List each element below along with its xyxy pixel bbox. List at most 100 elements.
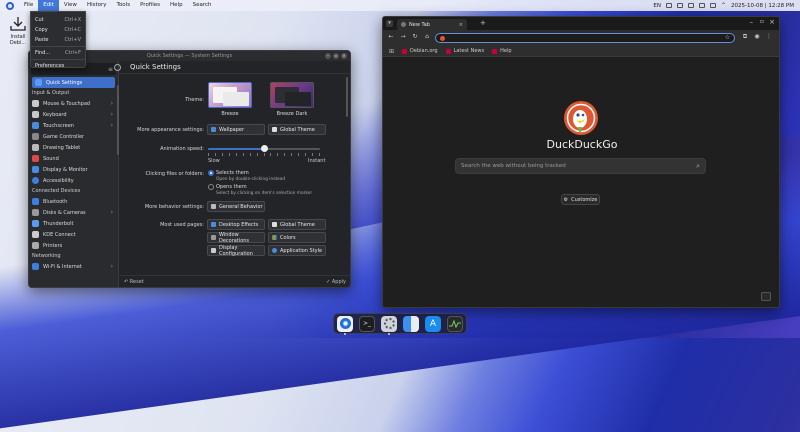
new-tab-icon[interactable]: + xyxy=(480,19,486,27)
apps-grid-icon[interactable]: ⊞ xyxy=(389,48,394,55)
opens-them-radio[interactable] xyxy=(208,184,214,190)
tab-new-tab[interactable]: New Tab × xyxy=(397,19,467,30)
theme-breeze-preview[interactable] xyxy=(208,82,252,108)
reload-icon[interactable]: ↻ xyxy=(411,33,419,41)
sidebar-item-accessibility[interactable]: Accessibility xyxy=(29,175,118,186)
bookmark-help[interactable]: Help xyxy=(492,48,512,54)
window-decorations-button[interactable]: Window Decorations xyxy=(207,232,265,244)
tray-expand-icon[interactable]: ⌃ xyxy=(721,2,726,9)
disk-icon xyxy=(32,209,39,216)
menu-item-preferences[interactable]: Preferences xyxy=(31,61,85,71)
animation-slider-handle[interactable] xyxy=(260,145,268,152)
forward-icon[interactable]: → xyxy=(399,33,407,41)
minimize-icon[interactable]: – xyxy=(325,53,331,59)
sidebar-item-game-controller[interactable]: Game Controller xyxy=(29,131,118,142)
install-debian-icon[interactable]: Install Debi... xyxy=(4,17,32,46)
system-monitor-dock-icon[interactable] xyxy=(447,315,463,332)
app-store-dock-icon[interactable]: A xyxy=(425,315,441,332)
main-scrollbar[interactable] xyxy=(346,77,348,117)
maximize-icon[interactable]: ▫ xyxy=(333,53,339,59)
clipboard-icon[interactable] xyxy=(665,3,672,8)
back-icon[interactable]: ← xyxy=(387,33,395,41)
menu-profiles[interactable]: Profiles xyxy=(135,0,165,11)
sidebar-item-thunderbolt[interactable]: Thunderbolt xyxy=(29,218,118,229)
bookmark-latest-news[interactable]: Latest News xyxy=(445,48,484,54)
instant-label: Instant xyxy=(308,158,326,164)
menu-tools[interactable]: Tools xyxy=(112,0,136,11)
wallpaper-button[interactable]: Wallpaper xyxy=(207,124,265,135)
menu-item-copy[interactable]: Copy Ctrl+C xyxy=(31,25,85,35)
animation-slider-ticks xyxy=(208,153,320,156)
animation-speed-slider[interactable] xyxy=(208,145,320,152)
kde-logo-icon[interactable] xyxy=(6,1,14,10)
menu-item-find[interactable]: Find... Ctrl+F xyxy=(31,48,85,58)
home-icon[interactable]: ⌂ xyxy=(423,33,431,41)
terminal-dock-icon[interactable]: >_ xyxy=(359,315,375,332)
display-configuration-button[interactable]: Display Configuration xyxy=(207,245,265,257)
kde-connect-icon xyxy=(32,231,39,238)
tab-search-icon[interactable]: ▾ xyxy=(386,20,393,27)
debian-icon xyxy=(492,48,498,54)
application-style-button[interactable]: Application Style xyxy=(268,245,326,256)
sidebar-item-display-monitor[interactable]: Display & Monitor xyxy=(29,164,118,175)
close-icon[interactable]: × xyxy=(341,53,347,59)
feedback-icon[interactable] xyxy=(761,292,771,301)
chromium-dock-icon[interactable] xyxy=(337,315,353,335)
minimize-icon[interactable]: – xyxy=(750,18,754,26)
global-theme-button[interactable]: Global Theme xyxy=(268,124,326,135)
sidebar-item-kde-connect[interactable]: KDE Connect xyxy=(29,229,118,240)
extensions-icon[interactable]: ⧉ xyxy=(741,33,749,41)
menu-edit[interactable]: Edit xyxy=(38,0,59,11)
menu-file[interactable]: File xyxy=(19,0,38,11)
maximize-icon[interactable]: ▫ xyxy=(760,18,764,25)
menu-view[interactable]: View xyxy=(59,0,82,11)
bookmark-star-icon[interactable]: ☆ xyxy=(725,34,730,41)
tab-close-icon[interactable]: × xyxy=(459,22,463,28)
hamburger-circle-icon[interactable] xyxy=(114,63,121,71)
desktop-effects-label: Desktop Effects xyxy=(219,221,259,228)
global-theme-page-button[interactable]: Global Theme xyxy=(268,219,326,230)
menu-item-paste[interactable]: Paste Ctrl+V xyxy=(31,35,85,45)
sidebar-item-wifi-internet[interactable]: Wi-Fi & Internet › xyxy=(29,261,118,272)
sidebar-item-disks-cameras[interactable]: Disks & Cameras › xyxy=(29,207,118,218)
dock: >_ A xyxy=(333,313,467,335)
sidebar-item-label: Disks & Cameras xyxy=(43,209,86,216)
sidebar-scrollbar[interactable] xyxy=(117,85,119,155)
menu-history[interactable]: History xyxy=(82,0,112,11)
notifications-icon[interactable] xyxy=(676,3,683,8)
selects-them-radio[interactable] xyxy=(208,170,214,176)
apply-button[interactable]: ✓ Apply xyxy=(326,279,346,285)
sidebar-item-keyboard[interactable]: Keyboard › xyxy=(29,109,118,120)
menu-help[interactable]: Help xyxy=(165,0,188,11)
desktop-effects-button[interactable]: Desktop Effects xyxy=(207,219,265,230)
profile-icon[interactable]: ◉ xyxy=(753,33,761,41)
menu-item-cut[interactable]: Cut Ctrl+X xyxy=(31,15,85,25)
network-icon[interactable] xyxy=(698,3,705,8)
volume-icon[interactable] xyxy=(687,3,694,8)
system-settings-dock-icon[interactable] xyxy=(381,315,397,335)
file-manager-dock-icon[interactable] xyxy=(403,315,419,332)
hamburger-icon[interactable]: ≡ xyxy=(108,66,113,73)
ddg-search-input[interactable]: Search the web without being tracked ⌕ xyxy=(455,158,706,174)
customize-button[interactable]: ⚙ Customize xyxy=(561,194,600,205)
bookmark-debian[interactable]: Debian.org xyxy=(402,48,438,54)
general-behavior-button[interactable]: General Behavior xyxy=(207,201,265,212)
sidebar-item-mouse-touchpad[interactable]: Mouse & Touchpad › xyxy=(29,98,118,109)
theme-breeze-dark-preview[interactable] xyxy=(270,82,314,108)
sidebar-item-sound[interactable]: Sound xyxy=(29,153,118,164)
close-icon[interactable]: × xyxy=(769,18,775,26)
search-icon[interactable]: ⌕ xyxy=(696,162,700,171)
sidebar-item-bluetooth[interactable]: Bluetooth xyxy=(29,196,118,207)
reset-button[interactable]: ↶ Reset xyxy=(124,279,144,285)
sidebar-item-quick-settings[interactable]: Quick Settings xyxy=(32,77,115,88)
menu-dots-icon[interactable]: ⋮ xyxy=(765,33,773,41)
sidebar-item-drawing-tablet[interactable]: Drawing Tablet xyxy=(29,142,118,153)
language-indicator[interactable]: EN xyxy=(653,3,661,9)
sidebar-item-printers[interactable]: Printers xyxy=(29,240,118,251)
address-bar[interactable]: ☆ xyxy=(435,33,735,43)
sidebar-item-touchscreen[interactable]: Touchscreen › xyxy=(29,120,118,131)
colors-button[interactable]: Colors xyxy=(268,232,326,243)
clock[interactable]: 2025-10-08 | 12:28 PM xyxy=(731,3,794,9)
display-icon[interactable] xyxy=(709,3,716,8)
menu-search[interactable]: Search xyxy=(188,0,217,11)
